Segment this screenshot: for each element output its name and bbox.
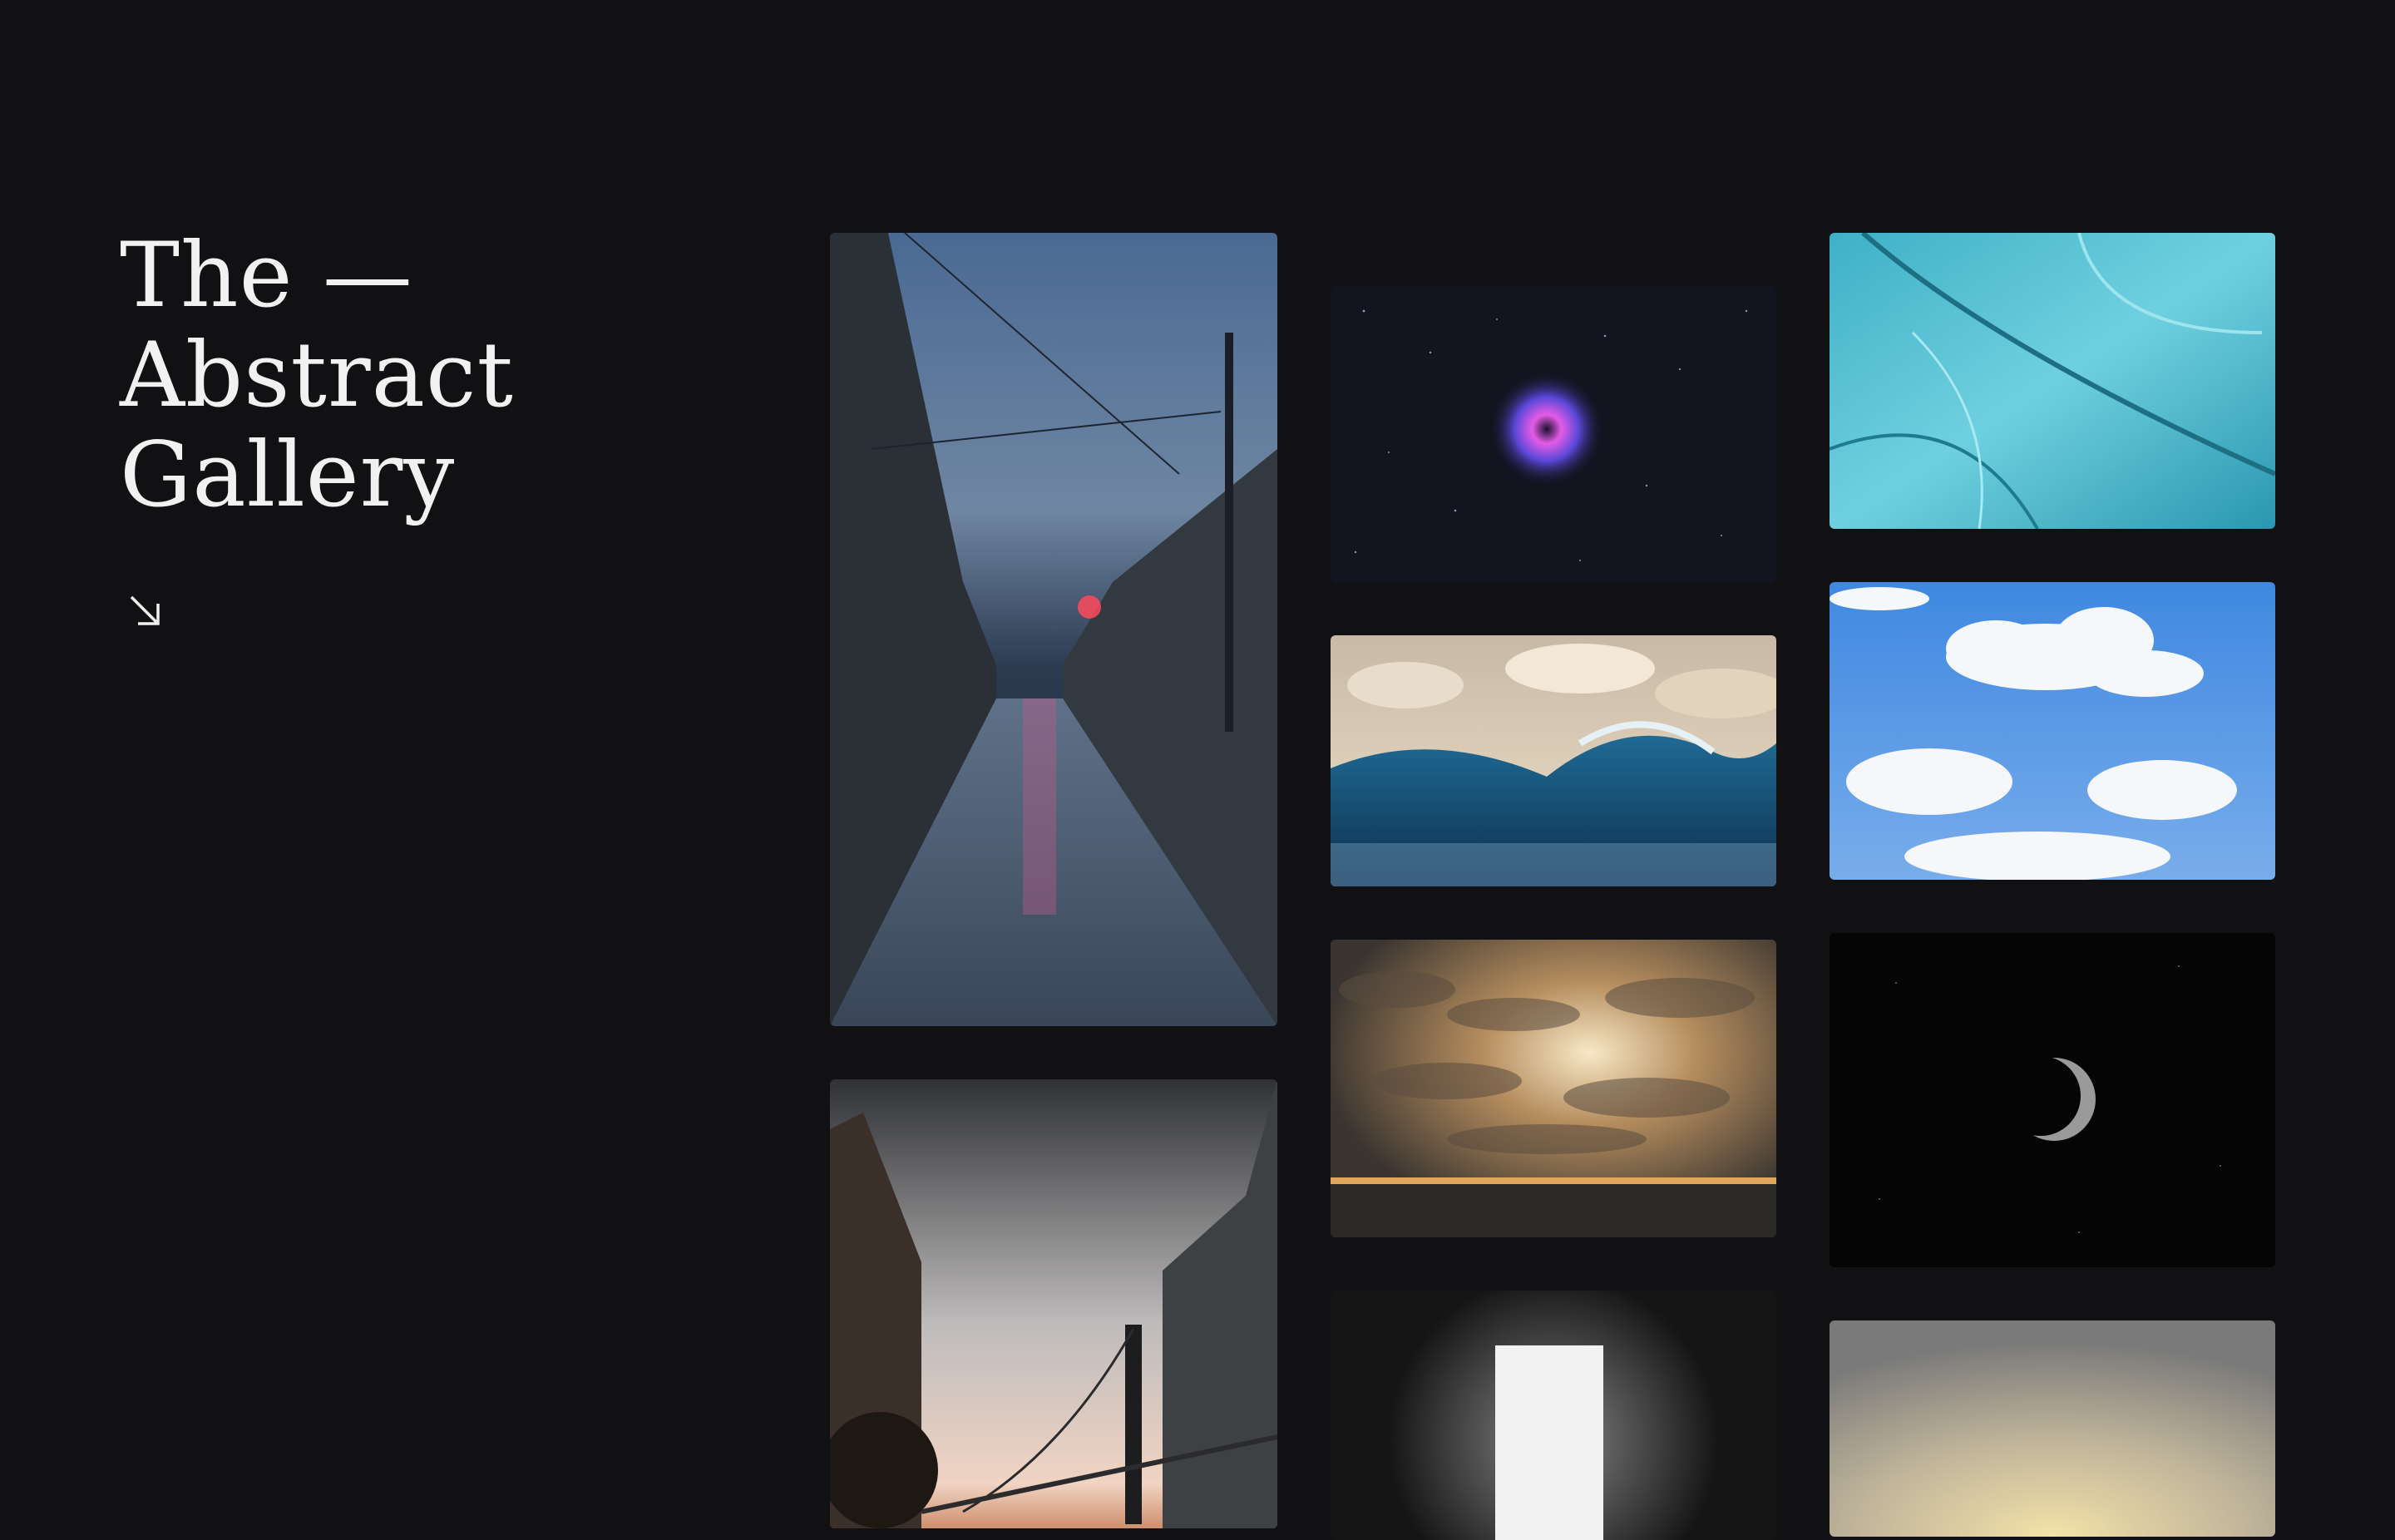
image-clouds[interactable] bbox=[1830, 582, 2275, 880]
title-line-1: The — bbox=[120, 224, 413, 328]
gallery-title: The — Abstract Gallery bbox=[120, 226, 702, 526]
arrow-down-right-icon[interactable] bbox=[126, 592, 163, 629]
image-doorway[interactable] bbox=[1331, 1291, 1776, 1540]
title-line-3: Gallery bbox=[120, 423, 456, 527]
image-wave[interactable] bbox=[1331, 635, 1776, 886]
image-sunset-clouds[interactable] bbox=[1331, 940, 1776, 1237]
image-alley-night[interactable] bbox=[830, 233, 1277, 1026]
image-crescent-moon[interactable] bbox=[1830, 933, 2275, 1267]
image-glow[interactable] bbox=[1830, 1320, 2275, 1537]
image-nebula[interactable] bbox=[1331, 286, 1776, 582]
image-ice[interactable] bbox=[1830, 233, 2275, 529]
image-bridge[interactable] bbox=[830, 1079, 1277, 1528]
title-line-2: Abstract bbox=[120, 323, 514, 427]
